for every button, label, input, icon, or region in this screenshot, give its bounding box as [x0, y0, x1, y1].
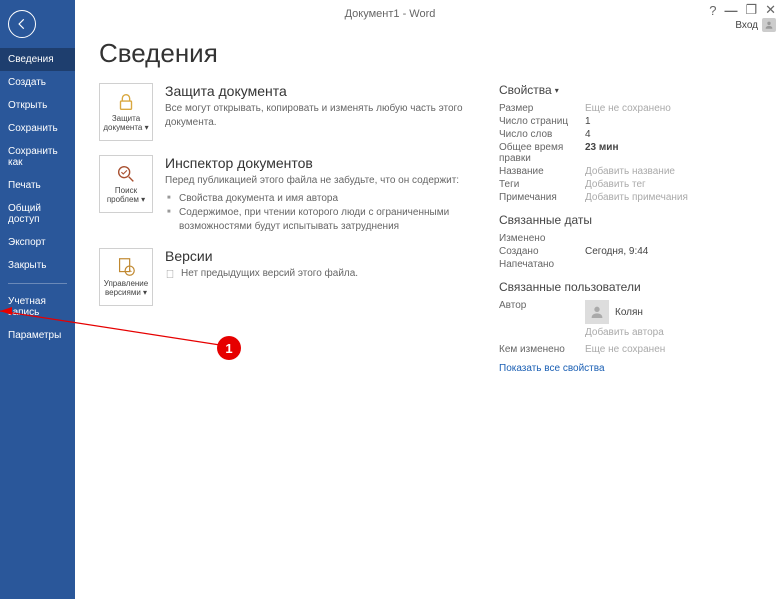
versions-section: Управление версиями ▾ Версии Нет предыду… [99, 248, 479, 306]
check-issues-button[interactable]: Поиск проблем ▾ [99, 155, 153, 213]
bullet-item: Свойства документа и имя автора [165, 192, 479, 206]
protect-title: Защита документа [165, 83, 479, 99]
protect-button-label: Защита документа ▾ [102, 115, 150, 133]
nav-print[interactable]: Печать [0, 174, 75, 197]
date-row: Напечатано [499, 259, 756, 270]
help-icon[interactable]: ? [709, 3, 716, 18]
manage-versions-button[interactable]: Управление версиями ▾ [99, 248, 153, 306]
main-content: Сведения Защита документа ▾ Защита докум… [75, 28, 780, 599]
modified-by-value: Еще не сохранен [585, 344, 665, 355]
window-controls: ? — ❐ ✕ [709, 2, 776, 18]
modified-by-label: Кем изменено [499, 344, 585, 355]
date-label: Изменено [499, 233, 585, 244]
property-value[interactable]: Добавить название [585, 166, 675, 177]
property-value: 4 [585, 129, 591, 140]
close-icon[interactable]: ✕ [765, 2, 776, 18]
protect-desc: Все могут открывать, копировать и изменя… [165, 102, 479, 130]
date-row: Изменено [499, 233, 756, 244]
nav-export[interactable]: Экспорт [0, 231, 75, 254]
nav-options[interactable]: Параметры [0, 324, 75, 347]
property-row: РазмерЕще не сохранено [499, 103, 756, 114]
properties-heading[interactable]: Свойства▾ [499, 83, 756, 97]
property-row: Число страниц1 [499, 116, 756, 127]
show-all-properties-link[interactable]: Показать все свойства [499, 363, 756, 374]
author-name: Колян [615, 307, 643, 318]
window-title: Документ1 - Word [345, 8, 436, 20]
property-value[interactable]: Еще не сохранено [585, 103, 671, 114]
property-value[interactable]: Добавить примечания [585, 192, 688, 203]
nav-share[interactable]: Общий доступ [0, 197, 75, 231]
minimize-icon[interactable]: — [724, 3, 737, 18]
property-row: НазваниеДобавить название [499, 166, 756, 177]
property-label: Общее время правки [499, 142, 585, 164]
versions-title: Версии [165, 248, 479, 264]
versions-desc: Нет предыдущих версий этого файла. [165, 268, 479, 279]
property-value: 23 мин [585, 142, 619, 164]
nav-save-as[interactable]: Сохранить как [0, 140, 75, 174]
nav-info[interactable]: Сведения [0, 48, 75, 71]
document-icon [165, 269, 175, 279]
inspect-desc: Перед публикацией этого файла не забудьт… [165, 174, 479, 188]
protect-section: Защита документа ▾ Защита документа Все … [99, 83, 479, 141]
nav-new[interactable]: Создать [0, 71, 75, 94]
lock-icon [115, 91, 137, 113]
author-avatar-icon [585, 300, 609, 324]
property-row: Общее время правки23 мин [499, 142, 756, 164]
property-label: Теги [499, 179, 585, 190]
property-label: Название [499, 166, 585, 177]
restore-icon[interactable]: ❐ [745, 2, 757, 18]
backstage-sidebar: Сведения Создать Открыть Сохранить Сохра… [0, 0, 75, 599]
date-value: Сегодня, 9:44 [585, 246, 648, 257]
back-button[interactable] [8, 10, 36, 38]
chevron-down-icon: ▾ [555, 86, 559, 95]
inspect-section: Поиск проблем ▾ Инспектор документов Пер… [99, 155, 479, 234]
document-history-icon [115, 256, 137, 278]
author-entry[interactable]: Колян [585, 300, 664, 324]
bullet-item: Содержимое, при чтении которого люди с о… [165, 206, 479, 234]
nav-save[interactable]: Сохранить [0, 117, 75, 140]
versions-button-label: Управление версиями ▾ [102, 280, 150, 298]
related-users-heading: Связанные пользователи [499, 280, 756, 294]
nav-close[interactable]: Закрыть [0, 254, 75, 277]
property-row: ТегиДобавить тег [499, 179, 756, 190]
property-value[interactable]: Добавить тег [585, 179, 646, 190]
inspect-button-label: Поиск проблем ▾ [102, 187, 150, 205]
inspect-bullets: Свойства документа и имя автора Содержим… [165, 192, 479, 234]
inspect-title: Инспектор документов [165, 155, 479, 171]
date-label: Напечатано [499, 259, 585, 270]
related-dates-heading: Связанные даты [499, 213, 756, 227]
properties-panel: Свойства▾ РазмерЕще не сохраненоЧисло ст… [499, 83, 756, 374]
property-value: 1 [585, 116, 591, 127]
author-label: Автор [499, 300, 585, 338]
nav-divider [8, 283, 67, 284]
property-label: Размер [499, 103, 585, 114]
magnifier-icon [115, 163, 137, 185]
nav-open[interactable]: Открыть [0, 94, 75, 117]
property-label: Примечания [499, 192, 585, 203]
protect-document-button[interactable]: Защита документа ▾ [99, 83, 153, 141]
property-row: ПримечанияДобавить примечания [499, 192, 756, 203]
date-label: Создано [499, 246, 585, 257]
property-label: Число страниц [499, 116, 585, 127]
titlebar: Документ1 - Word ? — ❐ ✕ Вход [0, 0, 780, 28]
property-row: Число слов4 [499, 129, 756, 140]
add-author[interactable]: Добавить автора [585, 327, 664, 338]
property-label: Число слов [499, 129, 585, 140]
date-row: СозданоСегодня, 9:44 [499, 246, 756, 257]
nav-account[interactable]: Учетная запись [0, 290, 75, 324]
page-title: Сведения [99, 38, 756, 69]
